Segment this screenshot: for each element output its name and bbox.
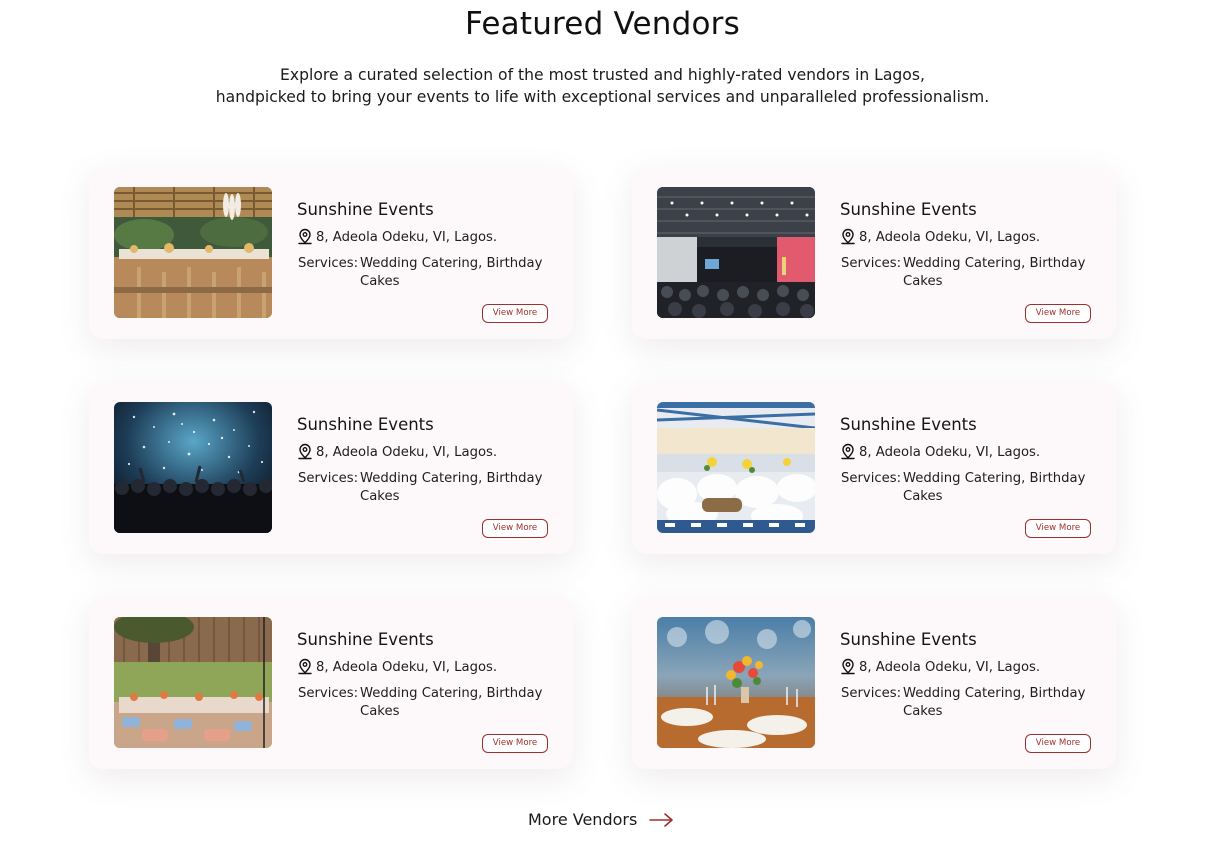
view-more-button[interactable]: View More (482, 304, 548, 323)
vendor-name: Sunshine Events (297, 200, 434, 219)
services-label: Services: (841, 256, 902, 271)
services-label: Services: (298, 256, 359, 271)
vendor-address-text: 8, Adeola Odeku, VI, Lagos. (316, 444, 498, 460)
services-value: Wedding Catering, Birthday Cakes (360, 256, 543, 289)
vendor-services: Services: Wedding Catering, Birthday Cak… (297, 685, 557, 721)
vendor-address: 8, Adeola Odeku, VI, Lagos. (297, 228, 557, 246)
vendor-card[interactable]: Sunshine Events 8, Adeola Odeku, VI, Lag… (89, 596, 573, 769)
location-pin-icon (841, 658, 855, 675)
view-more-button[interactable]: View More (1025, 734, 1091, 753)
vendor-services: Services: Wedding Catering, Birthday Cak… (840, 685, 1100, 721)
vendor-card[interactable]: Sunshine Events 8, Adeola Odeku, VI, Lag… (632, 166, 1116, 339)
location-pin-icon (298, 443, 312, 460)
subtitle-line-2: handpicked to bring your events to life … (215, 88, 990, 106)
vendor-card[interactable]: Sunshine Events 8, Adeola Odeku, VI, Lag… (89, 166, 573, 339)
services-value: Wedding Catering, Birthday Cakes (903, 686, 1086, 719)
vendor-address: 8, Adeola Odeku, VI, Lagos. (297, 443, 557, 461)
vendor-address-text: 8, Adeola Odeku, VI, Lagos. (859, 659, 1041, 675)
vendor-grid: Sunshine Events 8, Adeola Odeku, VI, Lag… (89, 166, 1116, 770)
vendor-services: Services: Wedding Catering, Birthday Cak… (840, 255, 1100, 291)
more-vendors-label: More Vendors (528, 810, 638, 829)
vendor-photo (657, 187, 815, 318)
vendor-address: 8, Adeola Odeku, VI, Lagos. (840, 658, 1100, 676)
vendor-photo (657, 617, 815, 748)
services-label: Services: (841, 686, 902, 701)
vendor-address: 8, Adeola Odeku, VI, Lagos. (840, 228, 1100, 246)
services-label: Services: (298, 471, 359, 486)
view-more-button[interactable]: View More (482, 519, 548, 538)
vendor-name: Sunshine Events (840, 415, 977, 434)
arrow-right-icon (649, 812, 674, 827)
vendor-address-text: 8, Adeola Odeku, VI, Lagos. (316, 659, 498, 675)
view-more-button[interactable]: View More (482, 734, 548, 753)
services-value: Wedding Catering, Birthday Cakes (360, 686, 543, 719)
more-vendors-link[interactable]: More Vendors (528, 810, 675, 829)
view-more-button[interactable]: View More (1025, 304, 1091, 323)
section-subtitle: Explore a curated selection of the most … (150, 64, 1055, 108)
location-pin-icon (298, 228, 312, 245)
vendor-address: 8, Adeola Odeku, VI, Lagos. (297, 658, 557, 676)
vendor-photo (114, 187, 272, 318)
vendor-name: Sunshine Events (297, 415, 434, 434)
vendor-address-text: 8, Adeola Odeku, VI, Lagos. (859, 229, 1041, 245)
vendor-photo (657, 402, 815, 533)
vendor-services: Services: Wedding Catering, Birthday Cak… (297, 255, 557, 291)
services-value: Wedding Catering, Birthday Cakes (903, 471, 1086, 504)
location-pin-icon (841, 228, 855, 245)
vendor-address-text: 8, Adeola Odeku, VI, Lagos. (316, 229, 498, 245)
vendor-services: Services: Wedding Catering, Birthday Cak… (840, 470, 1100, 506)
services-label: Services: (841, 471, 902, 486)
vendor-name: Sunshine Events (840, 630, 977, 649)
vendor-card[interactable]: Sunshine Events 8, Adeola Odeku, VI, Lag… (89, 381, 573, 554)
vendor-address-text: 8, Adeola Odeku, VI, Lagos. (859, 444, 1041, 460)
subtitle-line-1: Explore a curated selection of the most … (280, 66, 925, 84)
vendor-card[interactable]: Sunshine Events 8, Adeola Odeku, VI, Lag… (632, 381, 1116, 554)
vendor-services: Services: Wedding Catering, Birthday Cak… (297, 470, 557, 506)
vendor-address: 8, Adeola Odeku, VI, Lagos. (840, 443, 1100, 461)
services-value: Wedding Catering, Birthday Cakes (360, 471, 543, 504)
vendor-name: Sunshine Events (840, 200, 977, 219)
location-pin-icon (841, 443, 855, 460)
view-more-button[interactable]: View More (1025, 519, 1091, 538)
services-label: Services: (298, 686, 359, 701)
vendor-name: Sunshine Events (297, 630, 434, 649)
vendor-photo (114, 402, 272, 533)
vendor-photo (114, 617, 272, 748)
section-title: Featured Vendors (465, 6, 740, 42)
location-pin-icon (298, 658, 312, 675)
vendor-card[interactable]: Sunshine Events 8, Adeola Odeku, VI, Lag… (632, 596, 1116, 769)
services-value: Wedding Catering, Birthday Cakes (903, 256, 1086, 289)
